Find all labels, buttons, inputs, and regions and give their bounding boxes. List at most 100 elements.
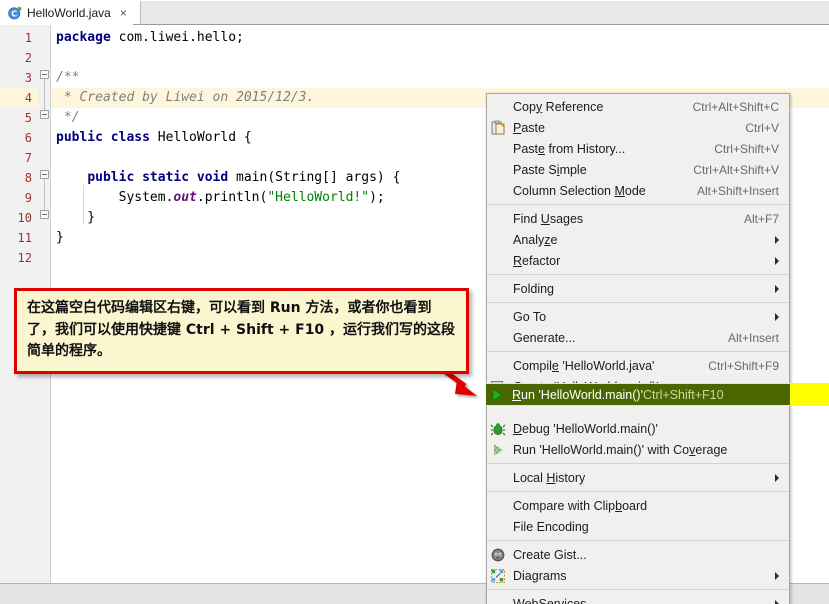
code-token: }: [56, 230, 64, 245]
coverage-icon: [490, 442, 507, 458]
code-line: package com.liwei.hello;: [51, 28, 829, 48]
line-number: 9: [24, 191, 32, 205]
editor-tab-helloworld[interactable]: C HelloWorld.java ×: [0, 0, 133, 25]
menu-item-column-selection-mode[interactable]: Column Selection Mode Alt+Shift+Insert: [487, 180, 789, 201]
menu-item-label: Compile 'HelloWorld.java': [513, 358, 655, 373]
menu-item-shortcut: Ctrl+V: [745, 120, 779, 135]
menu-separator: [487, 463, 789, 464]
debug-icon: [490, 421, 507, 437]
menu-item-label: Paste: [513, 120, 545, 135]
menu-item-label: Refactor: [513, 253, 561, 268]
code-token: */: [56, 110, 80, 125]
diagram-icon: [490, 568, 507, 584]
annotation-text: 在这篇空白代码编辑区右键，可以看到 Run 方法，或者你也看到了，我们可以使用快…: [27, 300, 456, 360]
menu-separator: [487, 540, 789, 541]
editor-tab-label: HelloWorld.java: [27, 5, 111, 20]
menu-item-copy-reference[interactable]: Copy Reference Ctrl+Alt+Shift+C: [487, 96, 789, 117]
menu-item-shortcut: Ctrl+Shift+F9: [708, 358, 779, 373]
menu-item-run-shortcut: Ctrl+Shift+F10: [642, 387, 724, 402]
line-number: 3: [24, 71, 32, 85]
menu-item-label: Compare with Clipboard: [513, 498, 648, 513]
fold-range-line-method: [44, 179, 45, 210]
code-token: .println(: [196, 190, 268, 205]
menu-separator: [487, 491, 789, 492]
menu-item-diagrams[interactable]: Diagrams: [487, 565, 789, 586]
line-number: 5: [24, 111, 32, 125]
menu-separator: [487, 274, 789, 275]
menu-item-create-gist[interactable]: Create Gist...: [487, 544, 789, 565]
menu-item-label: Copy Reference: [513, 99, 604, 114]
menu-item-debug-helloworld-main[interactable]: Debug 'HelloWorld.main()': [487, 418, 789, 439]
menu-item-paste-from-history[interactable]: Paste from History... Ctrl+Shift+V: [487, 138, 789, 159]
menu-item-label: WebServices: [513, 596, 587, 604]
menu-item-file-encoding[interactable]: File Encoding: [487, 516, 789, 537]
menu-item-compare-with-clipboard[interactable]: Compare with Clipboard: [487, 495, 789, 516]
github-icon: [490, 547, 507, 563]
menu-item-run-helloworld-main-with-coverage[interactable]: Run 'HelloWorld.main()' with Coverage: [487, 439, 789, 460]
line-number: 1: [24, 31, 32, 45]
fold-marker-comment-end[interactable]: [40, 110, 49, 119]
code-token: public class: [56, 130, 158, 145]
menu-separator: [487, 351, 789, 352]
code-token: }: [56, 210, 96, 225]
submenu-arrow-icon: [775, 599, 779, 604]
line-number: 12: [17, 251, 32, 265]
run-icon: [489, 387, 506, 403]
menu-item-label: Debug 'HelloWorld.main()': [513, 421, 658, 436]
code-token: /**: [56, 70, 80, 85]
menu-item-analyze[interactable]: Analyze: [487, 229, 789, 250]
code-token: main(String[] args) {: [236, 170, 401, 185]
code-token: "HelloWorld!": [267, 190, 370, 205]
submenu-arrow-icon: [775, 235, 779, 244]
fold-marker-method-end[interactable]: [40, 210, 49, 219]
line-number: 2: [24, 51, 32, 65]
menu-item-refactor[interactable]: Refactor: [487, 250, 789, 271]
fold-range-line-comment: [44, 79, 45, 110]
menu-item-shortcut: Ctrl+Alt+Shift+V: [693, 162, 779, 177]
menu-item-label: File Encoding: [513, 519, 589, 534]
code-line: /**: [51, 68, 829, 88]
menu-item-label: Generate...: [513, 330, 576, 345]
menu-item-run-label: Run 'HelloWorld.main()': [512, 387, 643, 402]
menu-item-label: Local History: [513, 470, 586, 485]
code-token: public static void: [87, 170, 237, 185]
line-number: 11: [17, 231, 32, 245]
annotation-callout: 在这篇空白代码编辑区右键，可以看到 Run 方法，或者你也看到了，我们可以使用快…: [14, 288, 469, 375]
menu-item-label: Create Gist...: [513, 547, 587, 562]
menu-item-find-usages[interactable]: Find Usages Alt+F7: [487, 208, 789, 229]
menu-item-label: Run 'HelloWorld.main()' with Coverage: [513, 442, 728, 457]
menu-item-compile-helloworld-java[interactable]: Compile 'HelloWorld.java' Ctrl+Shift+F9: [487, 355, 789, 376]
ide-window: C HelloWorld.java × 1 2 3 4 5 6 7 8 9 10 11 12 pack…: [0, 0, 829, 604]
menu-item-folding[interactable]: Folding: [487, 278, 789, 299]
menu-item-local-history[interactable]: Local History: [487, 467, 789, 488]
menu-item-shortcut: Ctrl+Shift+V: [714, 141, 779, 156]
code-token: out: [173, 190, 197, 205]
menu-item-webservices[interactable]: WebServices: [487, 593, 789, 604]
fold-marker-method[interactable]: [40, 170, 49, 179]
code-token: com.liwei.hello;: [118, 30, 244, 45]
menu-separator: [487, 302, 789, 303]
menu-item-shortcut: Alt+Insert: [727, 330, 779, 345]
editor-context-menu[interactable]: Copy Reference Ctrl+Alt+Shift+C Paste Ctrl+…: [486, 93, 790, 604]
menu-item-label: Column Selection Mode: [513, 183, 646, 198]
code-token: * Created by Liwei on 2015/12/3.: [56, 90, 315, 105]
close-icon[interactable]: ×: [120, 7, 127, 19]
menu-item-shortcut: Ctrl+Alt+Shift+C: [692, 99, 779, 114]
menu-item-run-helloworld-main[interactable]: Run 'HelloWorld.main()' Ctrl+Shift+F10: [486, 384, 790, 405]
menu-item-label: Folding: [513, 281, 554, 296]
code-token: );: [369, 190, 385, 205]
editor-tab-bar: C HelloWorld.java ×: [0, 0, 829, 25]
fold-marker-comment[interactable]: [40, 70, 49, 79]
menu-item-paste-simple[interactable]: Paste Simple Ctrl+Alt+Shift+V: [487, 159, 789, 180]
submenu-arrow-icon: [775, 256, 779, 265]
menu-item-label: Analyze: [513, 232, 558, 247]
menu-item-go-to[interactable]: Go To: [487, 306, 789, 327]
submenu-arrow-icon: [775, 284, 779, 293]
menu-item-generate[interactable]: Generate... Alt+Insert: [487, 327, 789, 348]
paste-icon: [490, 120, 507, 136]
java-class-runnable-icon: C: [8, 6, 22, 20]
submenu-arrow-icon: [775, 571, 779, 580]
menu-item-paste[interactable]: Paste Ctrl+V: [487, 117, 789, 138]
